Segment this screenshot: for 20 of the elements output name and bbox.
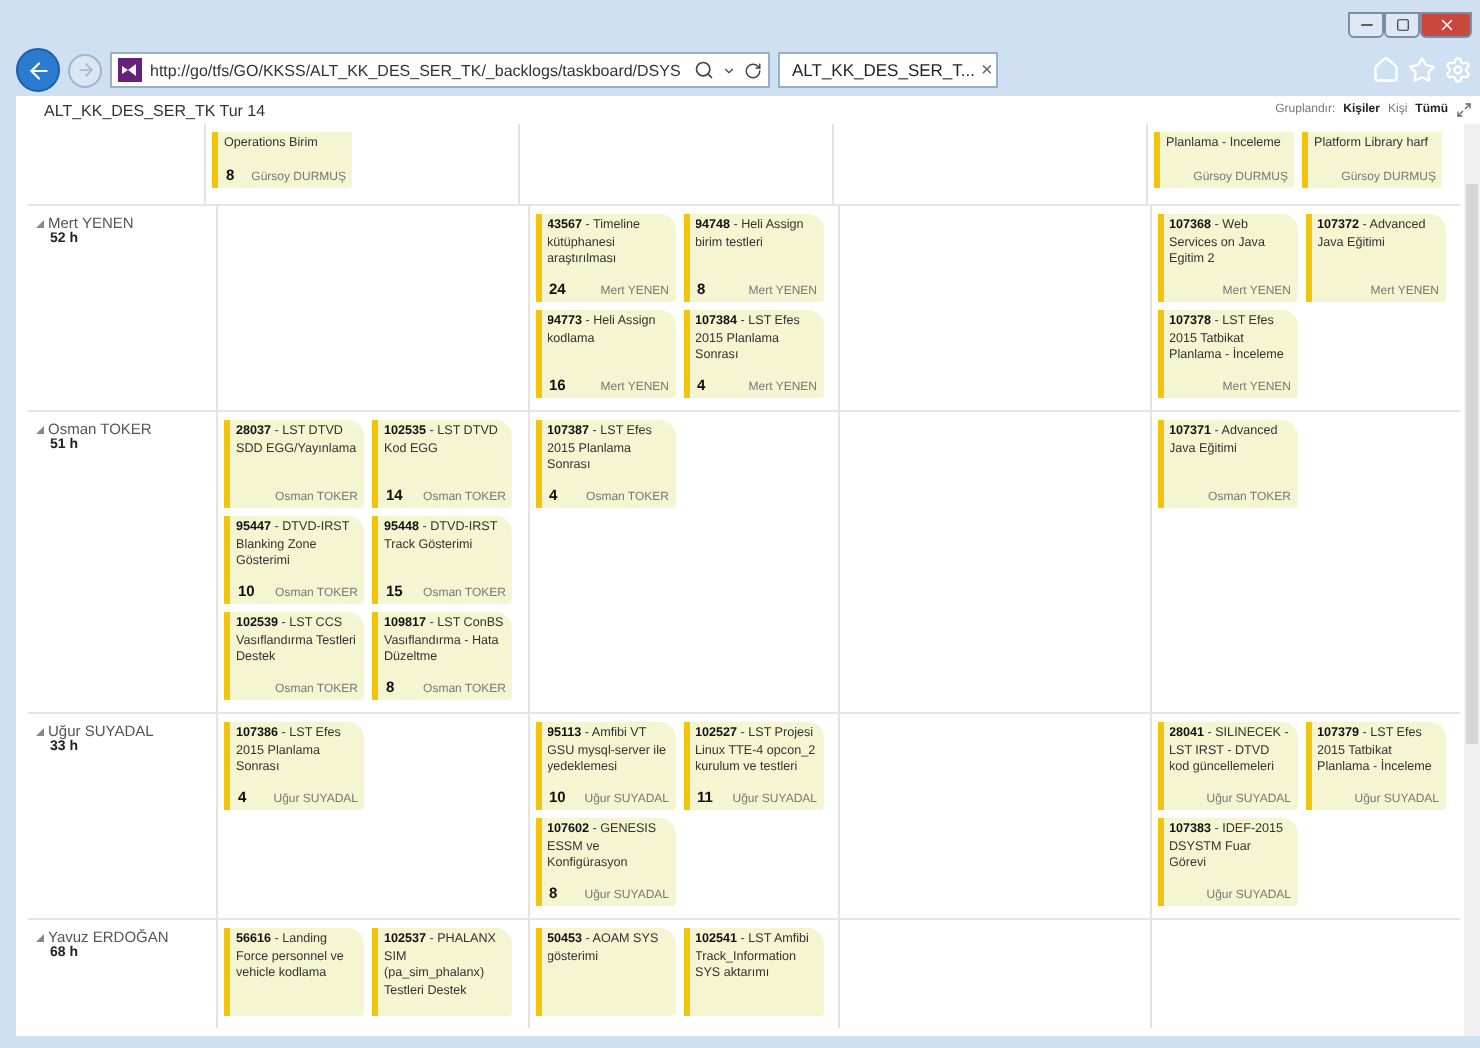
browser-tab[interactable]: ALT_KK_DES_SER_T... × [778, 52, 998, 88]
back-button[interactable] [16, 48, 60, 92]
page-title: ALT_KK_DES_SER_TK Tur 14 [44, 101, 268, 119]
maximize-icon [1395, 18, 1409, 32]
address-field[interactable]: http://go/tfs/GO/KKSS/ALT_KK_DES_SER_TK/_backlogs/taskboard/DSYS [110, 52, 770, 88]
forward-arrow-icon [75, 60, 95, 80]
maximize-button[interactable] [1384, 12, 1420, 38]
close-icon [1437, 16, 1455, 34]
search-icon[interactable] [694, 60, 714, 80]
close-button[interactable] [1420, 12, 1472, 38]
fullscreen-icon[interactable] [1456, 102, 1472, 118]
dropdown-icon[interactable] [722, 63, 736, 77]
collapse-icon[interactable] [36, 933, 44, 941]
back-arrow-icon [25, 57, 51, 83]
tab-close-button[interactable]: × [981, 59, 993, 81]
refresh-icon[interactable] [744, 61, 762, 79]
collapse-icon[interactable] [36, 727, 44, 735]
minimize-button[interactable] [1348, 12, 1384, 38]
collapse-icon[interactable] [36, 425, 44, 433]
collapse-icon[interactable] [36, 219, 44, 227]
